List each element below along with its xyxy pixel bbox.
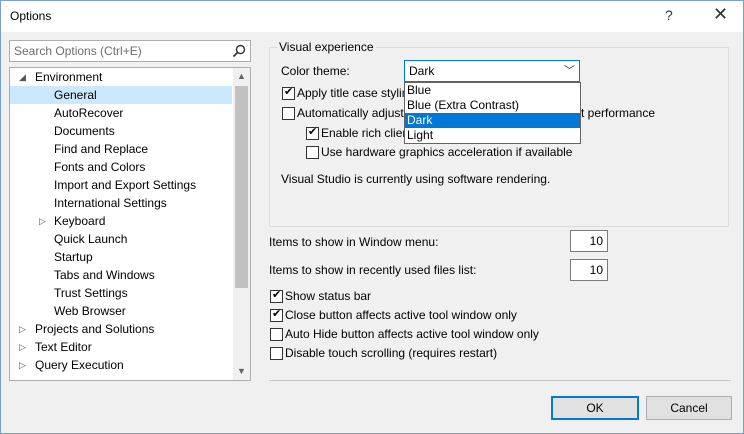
- disable-touch-scrolling-checkbox[interactable]: [270, 347, 283, 360]
- option-light[interactable]: Light: [405, 128, 580, 143]
- tree-item-label: Query Execution: [35, 358, 124, 372]
- expand-icon[interactable]: ▷: [39, 212, 46, 230]
- auto-adjust-label: Automatically adjust: [297, 106, 404, 120]
- window-title: Options: [10, 9, 52, 23]
- auto-hide-affects-checkbox[interactable]: [270, 328, 283, 341]
- ok-button[interactable]: OK: [551, 396, 639, 420]
- separator: [269, 380, 731, 381]
- tree-item-label: Keyboard: [54, 214, 106, 228]
- hardware-acceleration-checkbox[interactable]: [306, 146, 319, 159]
- search-options-input[interactable]: Search Options (Ctrl+E): [9, 40, 251, 62]
- tree-item-startup[interactable]: Startup: [54, 248, 93, 266]
- search-placeholder: Search Options (Ctrl+E): [14, 44, 142, 58]
- color-theme-select[interactable]: Dark ﹀: [404, 60, 580, 82]
- expand-icon[interactable]: ▷: [19, 320, 26, 338]
- close-button[interactable]: ✕: [713, 4, 728, 25]
- visual-experience-label: Visual experience: [277, 40, 376, 54]
- recent-files-items-input[interactable]: 10: [570, 259, 608, 281]
- help-button[interactable]: ?: [665, 7, 673, 23]
- scroll-down-icon[interactable]: ▼: [237, 366, 246, 376]
- disable-touch-scrolling-label: Disable touch scrolling (requires restar…: [285, 346, 498, 360]
- tree-item-label: General: [54, 88, 97, 102]
- recent-files-items-label: Items to show in recently used files lis…: [269, 263, 477, 277]
- show-status-bar-checkbox[interactable]: ✔: [270, 289, 283, 303]
- tree-item-label: Text Editor: [35, 340, 92, 354]
- tree-item-web-browser[interactable]: Web Browser: [54, 302, 126, 320]
- color-theme-label: Color theme:: [281, 64, 350, 78]
- color-theme-dropdown-list[interactable]: Blue Blue (Extra Contrast) Dark Light: [404, 82, 581, 144]
- tree-item-label: Environment: [35, 70, 103, 84]
- scroll-up-icon[interactable]: ▲: [237, 71, 246, 81]
- tree-item-trust-settings[interactable]: Trust Settings: [54, 284, 128, 302]
- rendering-status-text: Visual Studio is currently using softwar…: [281, 172, 551, 186]
- collapse-icon[interactable]: ◢: [19, 68, 26, 86]
- tree-scrollbar[interactable]: ▲ ▼: [233, 68, 250, 380]
- chevron-down-icon[interactable]: ﹀: [564, 62, 575, 78]
- apply-title-case-label: Apply title case styling: [297, 86, 416, 100]
- enable-rich-client-label: Enable rich client: [321, 126, 413, 140]
- window-menu-items-input[interactable]: 10: [570, 230, 608, 252]
- show-status-bar-label: Show status bar: [285, 289, 372, 303]
- close-button-affects-label: Close button affects active tool window …: [285, 308, 517, 322]
- tree-item-tabs-and-windows[interactable]: Tabs and Windows: [54, 266, 155, 284]
- tree-item-environment[interactable]: ◢ Environment: [10, 68, 232, 86]
- auto-adjust-checkbox[interactable]: [282, 107, 295, 120]
- recent-files-items-value: 10: [589, 263, 603, 277]
- dialog-body: Search Options (Ctrl+E) ◢ Environment Ge…: [1, 32, 743, 433]
- tree-item-text-editor[interactable]: ▷ Text Editor: [10, 338, 232, 356]
- option-dark[interactable]: Dark: [405, 113, 580, 128]
- close-button-affects-checkbox[interactable]: ✔: [270, 308, 283, 322]
- scrollbar-thumb[interactable]: [235, 86, 248, 288]
- search-icon[interactable]: [231, 43, 247, 59]
- expand-icon[interactable]: ▷: [19, 356, 26, 374]
- hardware-acceleration-label: Use hardware graphics acceleration if av…: [321, 145, 573, 159]
- tree-item-general[interactable]: General: [10, 86, 232, 104]
- tree-item-find-and-replace[interactable]: Find and Replace: [54, 140, 148, 158]
- enable-rich-client-checkbox[interactable]: ✔: [306, 126, 319, 140]
- window-menu-items-label: Items to show in Window menu:: [269, 235, 439, 249]
- tree-item-query-execution[interactable]: ▷ Query Execution: [10, 356, 232, 374]
- tree-item-label: Projects and Solutions: [35, 322, 155, 336]
- tree-item-autorecover[interactable]: AutoRecover: [54, 104, 123, 122]
- apply-title-case-checkbox[interactable]: ✔: [282, 86, 295, 100]
- auto-adjust-label-suffix: t performance: [581, 106, 656, 120]
- tree-item-projects-and-solutions[interactable]: ▷ Projects and Solutions: [10, 320, 232, 338]
- auto-hide-affects-label: Auto Hide button affects active tool win…: [285, 327, 539, 341]
- tree-item-quick-launch[interactable]: Quick Launch: [54, 230, 127, 248]
- tree-item-fonts-and-colors[interactable]: Fonts and Colors: [54, 158, 145, 176]
- expand-icon[interactable]: ▷: [19, 338, 26, 356]
- option-blue-extra-contrast[interactable]: Blue (Extra Contrast): [405, 98, 580, 113]
- title-bar: Options ? ✕: [1, 1, 743, 32]
- tree-item-keyboard[interactable]: ▷ Keyboard: [10, 212, 232, 230]
- tree-item-documents[interactable]: Documents: [54, 122, 115, 140]
- color-theme-value: Dark: [409, 64, 435, 78]
- option-blue[interactable]: Blue: [405, 83, 580, 98]
- cancel-button[interactable]: Cancel: [646, 396, 732, 420]
- options-window: Options ? ✕ Search Options (Ctrl+E) ◢ En…: [0, 0, 744, 434]
- tree-item-import-export[interactable]: Import and Export Settings: [54, 176, 196, 194]
- options-tree[interactable]: ◢ Environment General AutoRecover Docume…: [9, 67, 251, 381]
- window-menu-items-value: 10: [589, 234, 603, 248]
- tree-item-international[interactable]: International Settings: [54, 194, 167, 212]
